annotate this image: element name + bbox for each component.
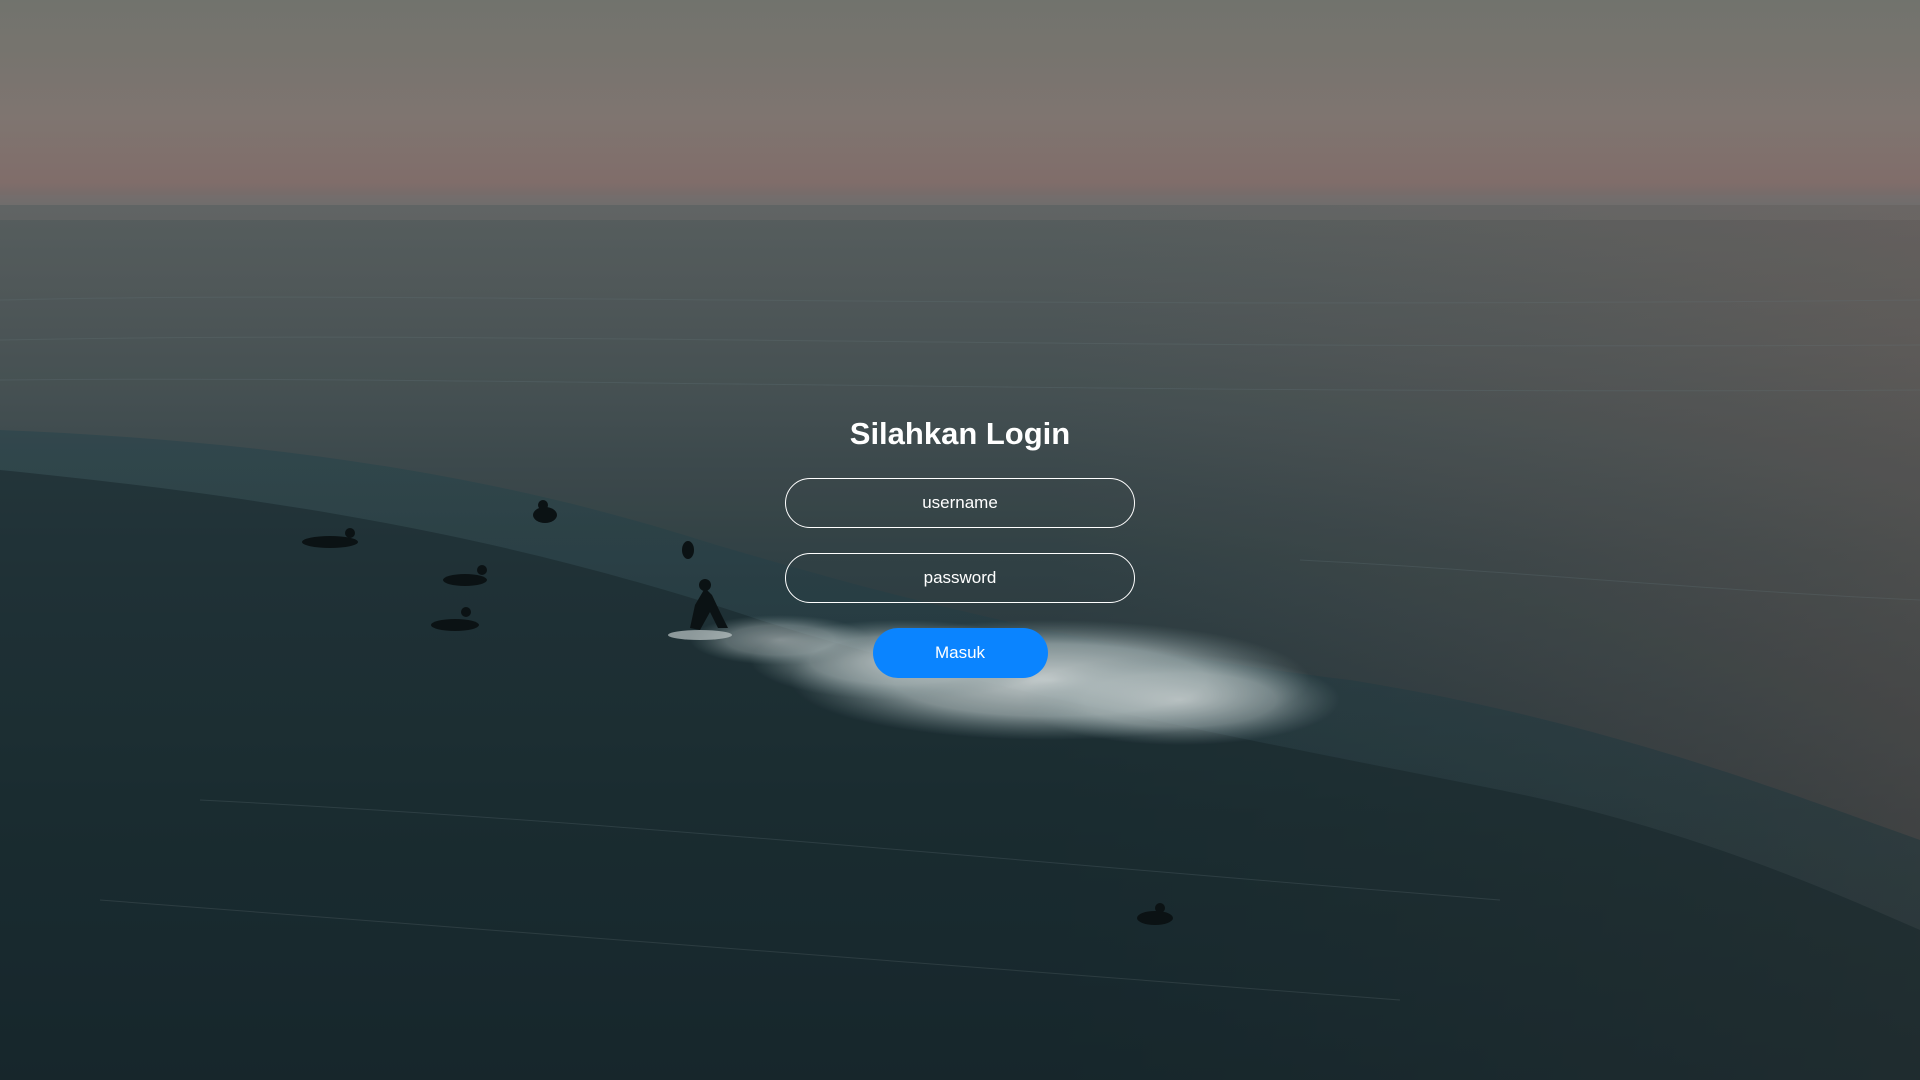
password-input[interactable] <box>785 553 1135 603</box>
login-form: Silahkan Login Masuk <box>0 410 1920 678</box>
login-submit-button[interactable]: Masuk <box>872 628 1048 678</box>
login-title: Silahkan Login <box>849 416 1071 451</box>
login-page: Silahkan Login Masuk <box>0 0 1920 1080</box>
username-input[interactable] <box>785 478 1135 528</box>
